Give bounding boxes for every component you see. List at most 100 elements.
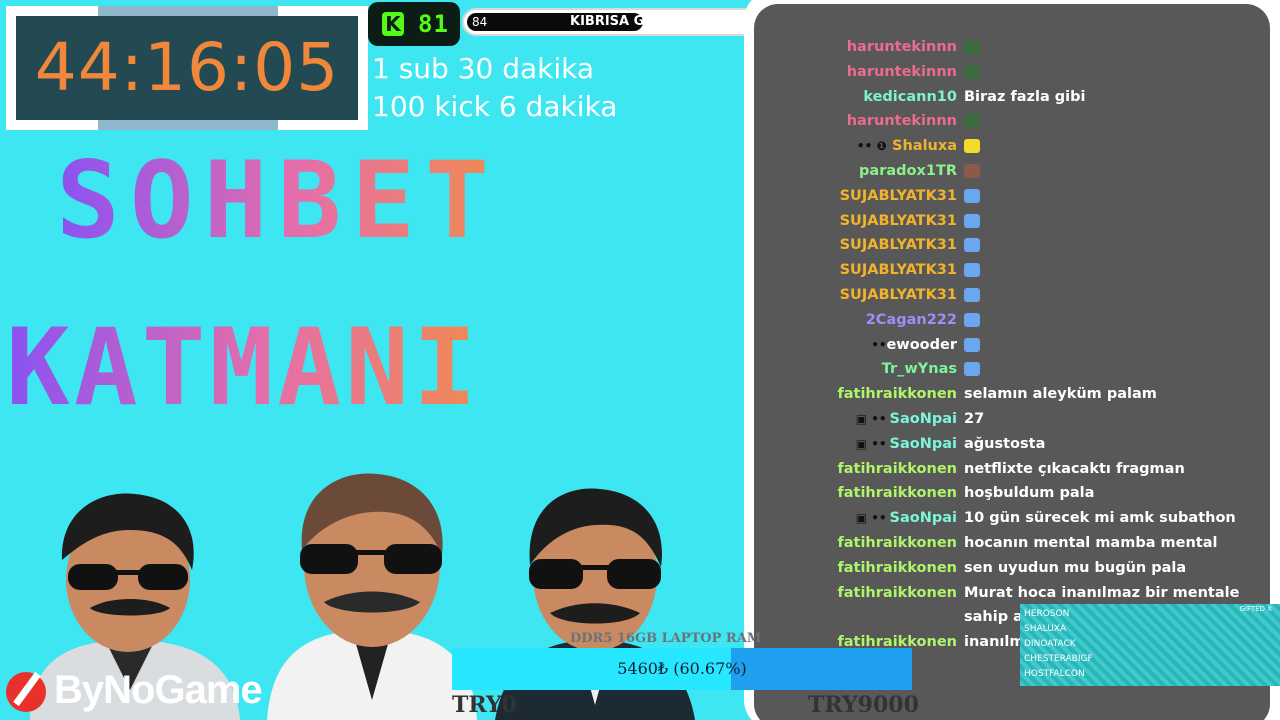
bynogame-logo: ByNoGame <box>0 662 300 718</box>
chat-username[interactable]: SUJABLYATK31 <box>840 234 957 256</box>
gifted-name: DINOATACK <box>1024 639 1076 649</box>
kick-counter: K 81 <box>368 2 460 46</box>
chat-username[interactable]: SUJABLYATK31 <box>840 284 957 306</box>
chat-username[interactable]: Shaluxa <box>892 135 957 157</box>
product-goal-label: DDR5 16GB LAPTOP RAM <box>570 631 762 646</box>
subathon-rule-sub: 1 sub 30 dakika <box>372 52 595 85</box>
chat-badge-icon: ▣ •• <box>855 511 887 526</box>
gifted-name: HOSTFALCON <box>1024 669 1085 679</box>
product-goal-bar: 5460₺ (60.67%) <box>452 648 912 690</box>
gifted-header: GIFTED X <box>1239 605 1272 613</box>
chat-emote-icon <box>964 188 980 203</box>
gifted-name: SHALUXA <box>1024 624 1067 634</box>
chat-username[interactable]: SaoNpai <box>890 408 957 430</box>
bynogame-logo-icon <box>6 671 46 712</box>
chat-emote-icon <box>964 312 980 327</box>
chat-message-text: selamın aleyküm palam <box>964 386 1157 403</box>
gifted-name: CHESTERABIGF <box>1024 654 1093 664</box>
chat-username[interactable]: kedicann10 <box>863 86 957 108</box>
chat-username[interactable]: fatihraikkonen <box>837 482 957 504</box>
chat-emote-icon <box>964 139 980 154</box>
chat-username[interactable]: SUJABLYATK31 <box>840 259 957 281</box>
chat-message-text: Murat hoca inanılmaz bir mentale <box>964 584 1240 601</box>
timer-value: 44:16:05 <box>34 29 340 106</box>
timer-display: 44:16:05 <box>16 16 358 120</box>
chat-message: ewooder •• <box>754 334 1270 356</box>
chat-emote-icon <box>964 263 980 278</box>
kick-count: 81 <box>418 10 449 38</box>
chat-username[interactable]: fatihraikkonen <box>837 582 957 604</box>
chat-message: kedicann10 Biraz fazla gibi <box>754 86 1270 108</box>
chat-emote-icon <box>964 238 980 253</box>
chat-message-text: sen uyudun mu bugün pala <box>964 559 1187 576</box>
chat-message: haruntekinnn <box>754 36 1270 58</box>
chat-username[interactable]: SUJABLYATK31 <box>840 185 957 207</box>
bynogame-logo-text: ByNoGame <box>54 668 263 712</box>
chat-emote-icon <box>964 64 980 79</box>
product-goal-min: TRY0 <box>452 692 517 718</box>
chat-message: SUJABLYATK31 <box>754 210 1270 232</box>
title-line-1: SOHBET <box>56 139 499 262</box>
chat-emote-icon <box>964 164 980 178</box>
chat-emote-icon <box>964 288 980 302</box>
chat-message: fatihraikkonen netflixte çıkacaktı fragma… <box>754 458 1270 480</box>
chat-emote-icon <box>964 40 980 54</box>
subathon-rule-kick: 100 kick 6 dakika <box>372 90 618 123</box>
kick-logo-icon: K <box>382 12 404 36</box>
title-line-2: KATMANI <box>6 306 481 429</box>
chat-message-text: Biraz fazla gibi <box>964 88 1086 105</box>
chat-message-text: hoşbuldum pala <box>964 485 1095 502</box>
chat-username[interactable]: paradox1TR <box>859 160 957 182</box>
chat-message: haruntekinnn <box>754 61 1270 83</box>
chat-message: Shaluxa •• ❶ <box>754 135 1270 157</box>
chat-message: SUJABLYATK31 <box>754 185 1270 207</box>
gifted-name: HEROSON <box>1024 609 1070 619</box>
product-goal-max: TRY9000 <box>808 692 919 718</box>
chat-username[interactable]: haruntekinnn <box>847 110 957 132</box>
chat-message: paradox1TR <box>754 160 1270 182</box>
chat-message-text: netflixte çıkacaktı fragman <box>964 460 1185 477</box>
chat-message: SUJABLYATK31 <box>754 259 1270 281</box>
chat-username[interactable]: haruntekinnn <box>847 36 957 58</box>
chat-username[interactable]: fatihraikkonen <box>837 383 957 405</box>
chat-message: fatihraikkonen hocanın mental mamba menta… <box>754 532 1270 554</box>
chat-username[interactable]: fatihraikkonen <box>837 458 957 480</box>
chat-badge-icon: •• ❶ <box>856 139 887 154</box>
chat-badge-icon: ▣ •• <box>855 412 887 426</box>
chat-message: fatihraikkonen Murat hoca inanılmaz bir m… <box>754 582 1270 604</box>
chat-message: 2Cagan222 <box>754 309 1270 331</box>
chat-message-text: sahip a <box>964 609 1023 626</box>
chat-username[interactable]: 2Cagan222 <box>866 309 957 331</box>
chat-username[interactable]: haruntekinnn <box>847 61 957 83</box>
chat-emote-icon <box>964 213 980 228</box>
chat-username[interactable]: fatihraikkonen <box>837 557 957 579</box>
chat-emote-icon <box>964 337 980 352</box>
chat-username[interactable]: fatihraikkonen <box>837 532 957 554</box>
gifted-subs-panel: GIFTED X HEROSON SHALUXA DINOATACK CHEST… <box>1020 604 1280 686</box>
chat-message-text: hocanın mental mamba mental <box>964 535 1218 551</box>
chat-message: fatihraikkonen sen uyudun mu bugün pala <box>754 557 1270 579</box>
chat-message-text: 10 gün sürecek mi amk subathon <box>964 510 1236 527</box>
poll-left-value: 84 <box>472 15 488 29</box>
chat-emote-icon <box>964 114 980 129</box>
chat-username[interactable]: SUJABLYATK31 <box>840 210 957 232</box>
timer-widget: 44:16:05 <box>6 6 368 130</box>
chat-username[interactable]: SaoNpai <box>890 433 957 455</box>
chat-username[interactable]: ewooder <box>886 334 957 356</box>
product-goal-amount: 5460₺ (60.67%) <box>617 659 747 678</box>
chat-message-text: 27 <box>964 411 985 427</box>
chat-username[interactable]: SaoNpai <box>890 507 957 529</box>
chat-message-text: ağustosta <box>964 435 1046 452</box>
chat-message: SaoNpai ▣ •• 10 gün sürecek mi amk subatho… <box>754 507 1270 529</box>
chat-message: Tr_wYnas <box>754 358 1270 380</box>
chat-message: haruntekinnn <box>754 110 1270 132</box>
chat-message: fatihraikkonen selamın aleyküm palam <box>754 383 1270 405</box>
chat-username[interactable]: Tr_wYnas <box>882 358 957 380</box>
chat-badge-icon: •• <box>871 337 887 352</box>
stream-overlay: 44:16:05 K 81 1 sub 30 dakika 100 kick 6… <box>0 0 1280 720</box>
chat-badge-icon: ▣ •• <box>855 436 887 451</box>
chat-message: SUJABLYATK31 <box>754 234 1270 256</box>
chat-emote-icon <box>964 362 980 377</box>
chat-message: SaoNpai ▣ •• ağustosta <box>754 433 1270 455</box>
chat-message: SaoNpai ▣ •• 27 <box>754 408 1270 430</box>
